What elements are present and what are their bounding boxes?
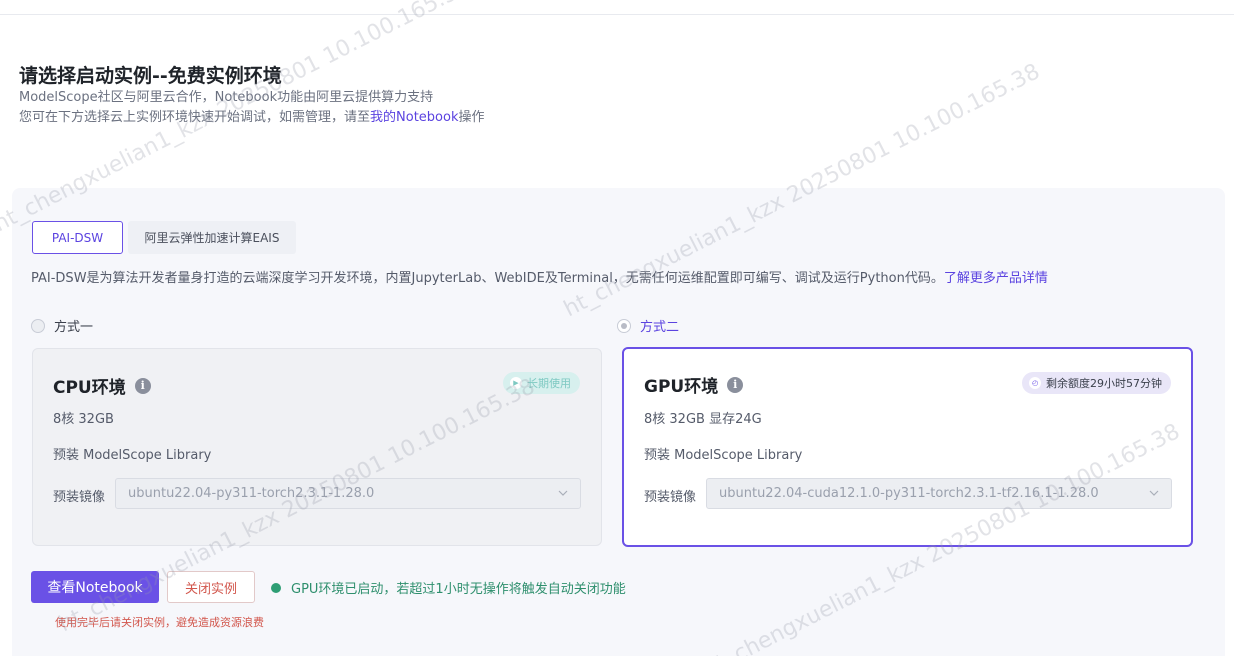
option-one[interactable]: 方式一 [31, 316, 93, 335]
gpu-title-text: GPU环境 [644, 377, 719, 397]
info-icon[interactable]: i [727, 376, 744, 393]
cpu-image-label: 预装镜像 [53, 490, 106, 505]
option-two-radio[interactable] [617, 318, 631, 333]
my-notebook-link[interactable]: 我的Notebook [370, 110, 458, 125]
clock-icon: ◴ [1029, 377, 1041, 389]
remaining-quota-text: 剩余额度29小时57分钟 [1046, 377, 1162, 390]
option-two[interactable]: 方式二 [617, 316, 679, 335]
play-icon: ▶ [510, 377, 522, 389]
learn-more-link[interactable]: 了解更多产品详情 [944, 271, 1048, 286]
gpu-spec: 8核 32GB 显存24G [644, 412, 762, 427]
status-text: GPU环境已启动，若超过1小时无操作将触发自动关闭功能 [291, 582, 626, 597]
cpu-image-select[interactable]: ubuntu22.04-py311-torch2.3.1-1.28.0 [115, 478, 581, 509]
product-description: PAI-DSW是为算法开发者量身打造的云端深度学习开发环境，内置JupyterL… [31, 270, 1048, 288]
remaining-quota-badge: ◴ 剩余额度29小时57分钟 [1022, 372, 1171, 394]
option-one-label: 方式一 [54, 320, 94, 335]
tab-pai-dsw[interactable]: PAI-DSW [32, 221, 123, 254]
gpu-image-label: 预装镜像 [644, 490, 697, 505]
top-divider [0, 14, 1234, 15]
warning-text: 使用完毕后请关闭实例，避免造成资源浪费 [55, 616, 264, 629]
page-subtitle-2: 您可在下方选择云上实例环境快速开始调试，如需管理，请至我的Notebook操作 [19, 109, 485, 127]
view-notebook-button[interactable]: 查看Notebook [31, 571, 159, 603]
long-term-badge-text: 长期使用 [527, 377, 571, 390]
info-icon[interactable]: i [134, 377, 151, 394]
tab-eais[interactable]: 阿里云弹性加速计算EAIS [128, 221, 296, 254]
option-one-radio[interactable] [31, 318, 45, 333]
gpu-env-card[interactable]: GPU环境 i ◴ 剩余额度29小时57分钟 8核 32GB 显存24G 预装 … [622, 347, 1193, 547]
cpu-title-text: CPU环境 [53, 378, 126, 398]
description-text: PAI-DSW是为算法开发者量身打造的云端深度学习开发环境，内置JupyterL… [31, 271, 944, 286]
cpu-preinstall: 预装 ModelScope Library [53, 448, 212, 463]
close-instance-button[interactable]: 关闭实例 [167, 571, 255, 603]
chevron-down-icon [1149, 490, 1159, 496]
page-subtitle-1: ModelScope社区与阿里云合作，Notebook功能由阿里云提供算力支持 [19, 90, 434, 105]
gpu-preinstall: 预装 ModelScope Library [644, 448, 803, 463]
gpu-card-title: GPU环境 i [644, 372, 744, 397]
status-dot-icon [271, 582, 281, 593]
cpu-card-title: CPU环境 i [53, 373, 151, 398]
page-title: 请选择启动实例--免费实例环境 [19, 65, 282, 87]
subtitle-2-pre: 您可在下方选择云上实例环境快速开始调试，如需管理，请至 [19, 110, 371, 125]
gpu-image-select[interactable]: ubuntu22.04-cuda12.1.0-py311-torch2.3.1-… [706, 478, 1172, 509]
subtitle-2-post: 操作 [458, 110, 485, 125]
cpu-spec: 8核 32GB [53, 412, 114, 427]
option-two-label: 方式二 [640, 320, 680, 335]
cpu-image-value: ubuntu22.04-py311-torch2.3.1-1.28.0 [128, 486, 375, 501]
chevron-down-icon [558, 490, 568, 496]
gpu-image-value: ubuntu22.04-cuda12.1.0-py311-torch2.3.1-… [719, 486, 1099, 501]
cpu-env-card[interactable]: CPU环境 i ▶ 长期使用 8核 32GB 预装 ModelScope Lib… [32, 348, 602, 546]
status-message: GPU环境已启动，若超过1小时无操作将触发自动关闭功能 [271, 578, 626, 597]
long-term-badge: ▶ 长期使用 [503, 372, 580, 394]
